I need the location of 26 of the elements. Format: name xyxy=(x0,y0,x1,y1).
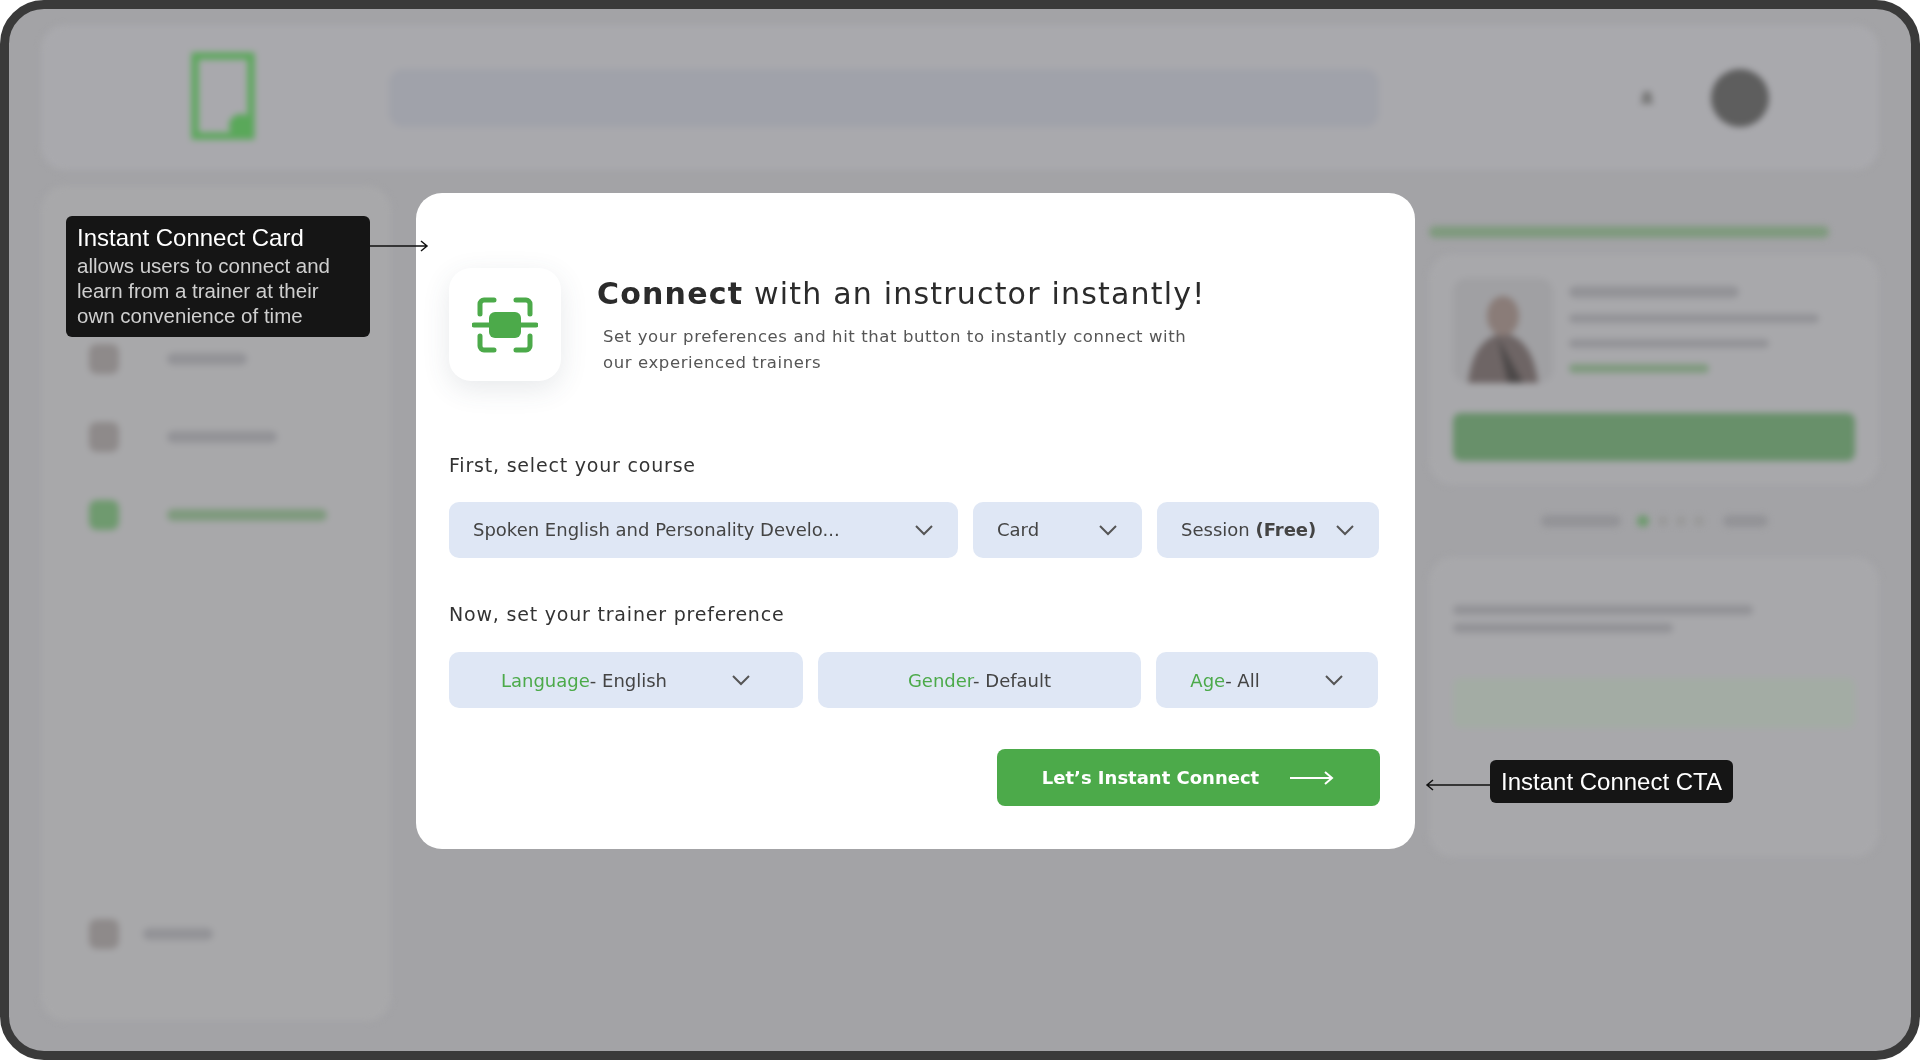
menu-icon[interactable] xyxy=(89,422,119,452)
scan-icon xyxy=(472,295,538,354)
callout-title: Instant Connect Card xyxy=(77,223,305,253)
preference-dropdown[interactable]: Age- All xyxy=(1156,652,1378,708)
menu-icon[interactable] xyxy=(89,500,119,530)
avatar[interactable] xyxy=(1709,66,1771,129)
annotation-tooltip: Instant Connect CTA xyxy=(1490,760,1733,803)
section-label: Now, set your trainer preference xyxy=(449,601,786,627)
section-label: First, select your course xyxy=(449,453,697,478)
pagination-dots[interactable] xyxy=(1636,515,1707,527)
course-dropdown[interactable]: Session (Free) xyxy=(1157,501,1379,558)
arrow-icon xyxy=(1289,769,1336,786)
leader-line xyxy=(1425,778,1491,792)
card-subtitle: Set your preferences and hit that button to instantly connect with our experienced trainers xyxy=(603,326,1188,374)
callout-text: allows users to connect and learn from a trainer at their own convenience of time xyxy=(77,253,331,328)
chevron-down-icon xyxy=(914,523,934,536)
logout-icon[interactable] xyxy=(89,919,119,949)
menu-icon[interactable] xyxy=(89,344,119,374)
card-title: Connect with an instructor instantly! xyxy=(597,276,1207,312)
chevron-down-icon xyxy=(1098,523,1118,536)
course-dropdown[interactable]: Card xyxy=(973,501,1142,558)
chevron-down-icon xyxy=(1335,523,1355,536)
preference-dropdown[interactable]: Language- English xyxy=(449,652,803,708)
schedule-bar[interactable] xyxy=(1453,413,1855,461)
preference-dropdown[interactable]: Gender- Default xyxy=(818,652,1141,708)
course-dropdown[interactable]: Spoken English and Personality Develo... xyxy=(449,501,958,558)
